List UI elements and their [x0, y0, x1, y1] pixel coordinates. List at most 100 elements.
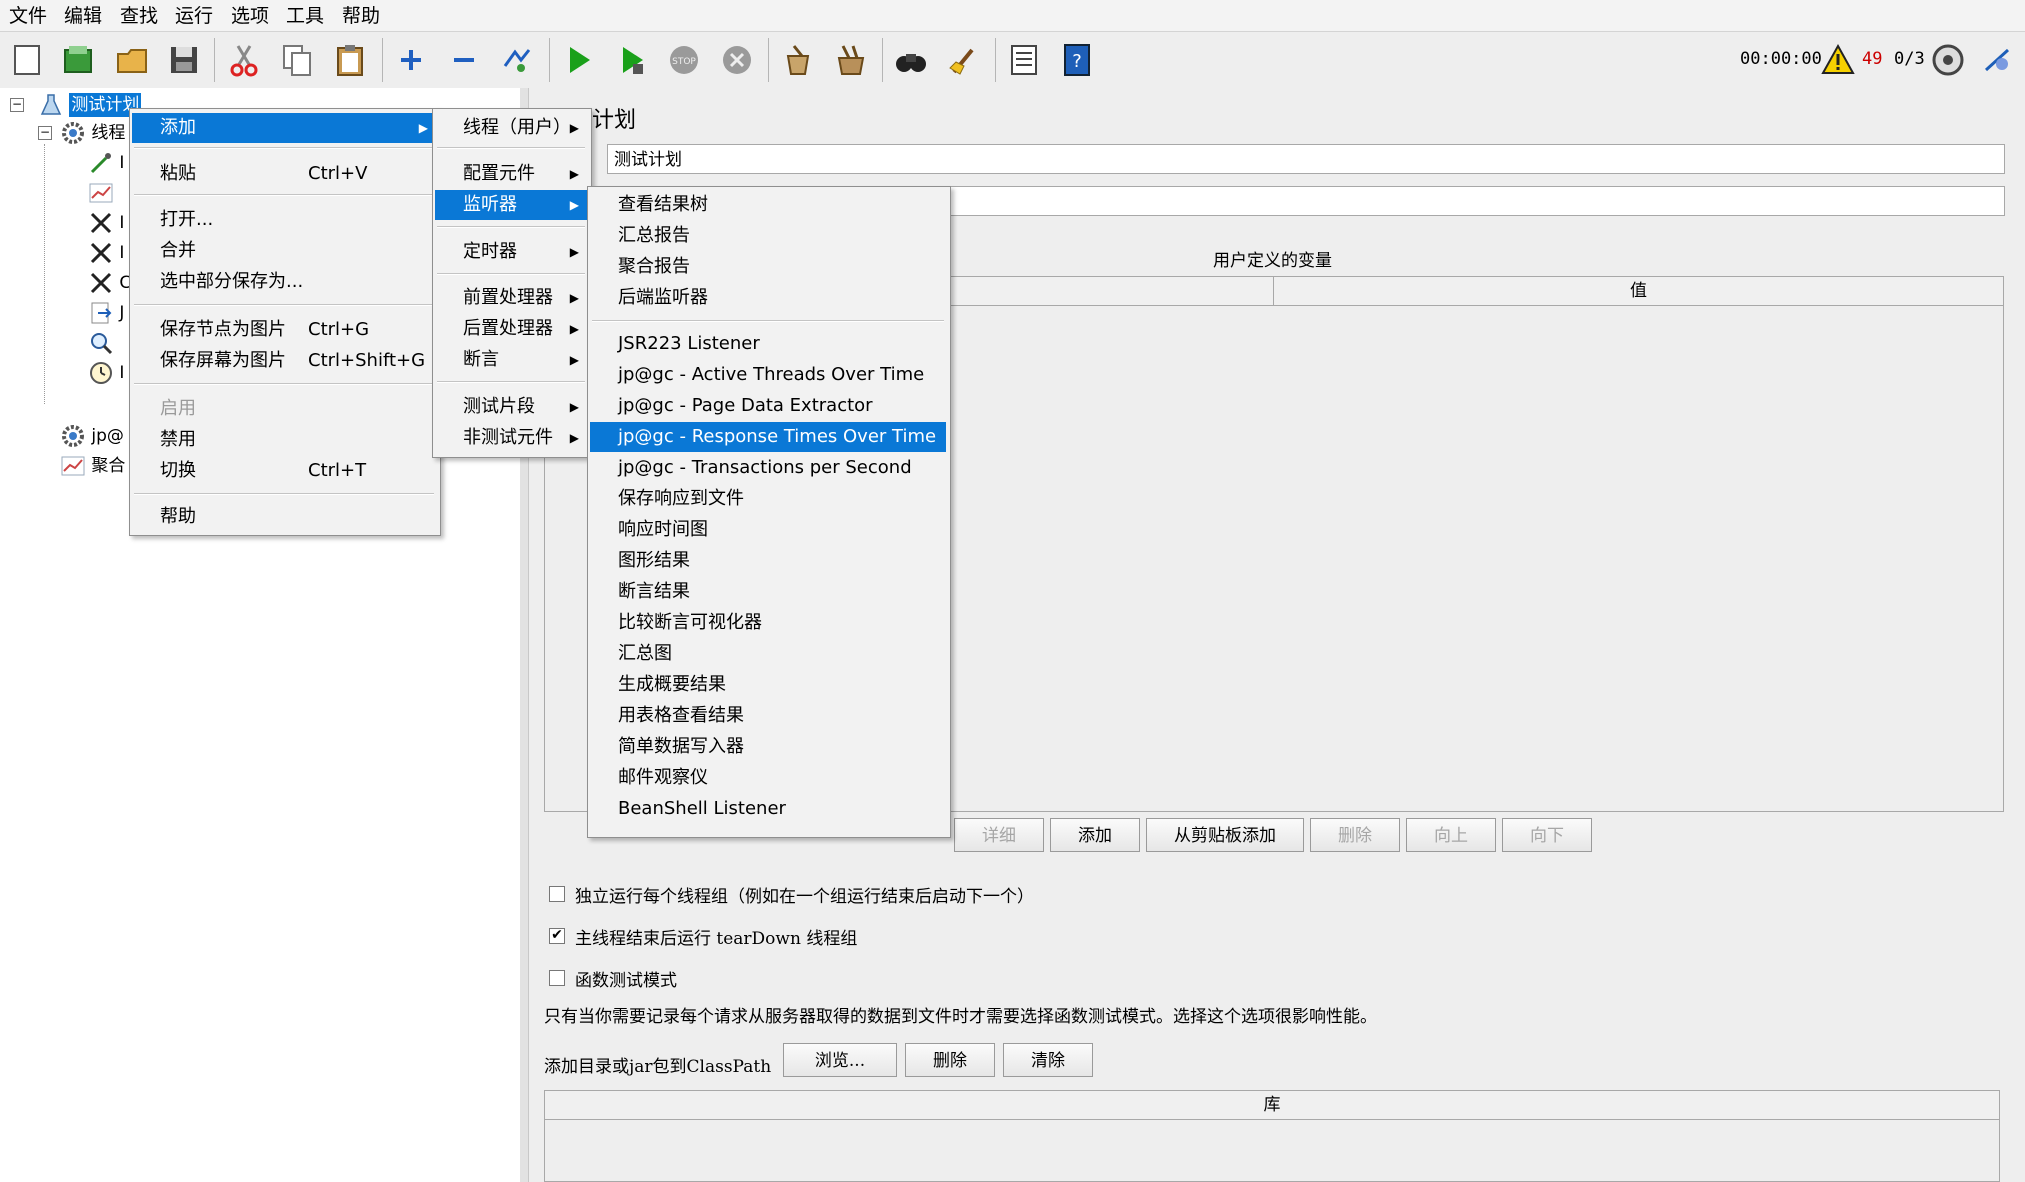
new-icon[interactable] — [5, 38, 49, 82]
context-toggle[interactable]: 切换 Ctrl+T — [132, 456, 436, 486]
delete-button[interactable]: 删除 — [1310, 818, 1400, 852]
tree-node-child[interactable]: I — [88, 239, 124, 267]
context-add[interactable]: 添加 ▶ — [132, 113, 436, 143]
context-merge[interactable]: 合并 — [132, 236, 436, 266]
listener-beanshell[interactable]: BeanShell Listener — [590, 794, 946, 824]
menu-tools[interactable]: 工具 — [286, 4, 324, 28]
value-column-header[interactable]: 值 — [1274, 277, 2003, 305]
paste-icon[interactable] — [328, 38, 372, 82]
listener-simple-data-writer[interactable]: 简单数据写入器 — [590, 732, 946, 762]
clear-icon[interactable] — [776, 38, 820, 82]
clear-all-icon[interactable] — [829, 38, 873, 82]
templates-icon[interactable] — [56, 38, 100, 82]
open-icon[interactable] — [110, 38, 154, 82]
listener-backend-listener[interactable]: 后端监听器 — [590, 283, 946, 313]
tree-node-thread-group[interactable]: 线程 — [60, 119, 125, 147]
listener-response-times[interactable]: jp@gc - Response Times Over Time — [590, 422, 946, 452]
add-button[interactable]: 添加 — [1050, 818, 1140, 852]
listener-response-time-graph[interactable]: 响应时间图 — [590, 515, 946, 545]
context-help[interactable]: 帮助 — [132, 502, 436, 532]
serial-thread-groups-checkbox[interactable] — [549, 886, 565, 902]
menu-run[interactable]: 运行 — [175, 4, 213, 28]
listener-assertion-results[interactable]: 断言结果 — [590, 577, 946, 607]
menu-file[interactable]: 文件 — [9, 4, 47, 28]
listener-summary-report[interactable]: 汇总报告 — [590, 221, 946, 251]
log-viewer-icon[interactable] — [1976, 38, 2020, 82]
toggle-icon[interactable] — [495, 38, 539, 82]
move-up-button[interactable]: 向上 — [1406, 818, 1496, 852]
menu-search[interactable]: 查找 — [120, 4, 158, 28]
context-paste[interactable]: 粘贴 Ctrl+V — [132, 159, 436, 189]
save-icon[interactable] — [162, 38, 206, 82]
menu-options[interactable]: 选项 — [231, 4, 269, 28]
move-down-button[interactable]: 向下 — [1502, 818, 1592, 852]
listener-aggregate-report[interactable]: 聚合报告 — [590, 252, 946, 282]
tree-node-child[interactable]: I — [88, 359, 124, 387]
listener-view-results-tree[interactable]: 查看结果树 — [590, 190, 946, 220]
add-pre-processor[interactable]: 前置处理器 ▶ — [435, 283, 587, 313]
listener-graph-results[interactable]: 图形结果 — [590, 546, 946, 576]
add-listener[interactable]: 监听器 ▶ — [435, 190, 587, 220]
shutdown-icon[interactable] — [715, 38, 759, 82]
listener-jsr223[interactable]: JSR223 Listener — [590, 329, 946, 359]
help-icon[interactable]: ? — [1055, 38, 1099, 82]
expand-icon[interactable] — [389, 38, 433, 82]
collapse-toggle[interactable]: − — [38, 126, 52, 140]
listener-save-responses[interactable]: 保存响应到文件 — [590, 484, 946, 514]
start-no-pause-icon[interactable] — [609, 38, 653, 82]
add-from-clipboard-button[interactable]: 从剪贴板添加 — [1146, 818, 1304, 852]
detail-button[interactable]: 详细 — [954, 818, 1044, 852]
copy-icon[interactable] — [275, 38, 319, 82]
add-assertion[interactable]: 断言 ▶ — [435, 345, 587, 375]
add-config-element[interactable]: 配置元件 ▶ — [435, 159, 587, 189]
listener-generate-summary[interactable]: 生成概要结果 — [590, 670, 946, 700]
tree-node-child[interactable]: C — [88, 269, 131, 297]
stop-icon[interactable]: STOP — [662, 38, 706, 82]
collapse-icon[interactable] — [442, 38, 486, 82]
classpath-delete-button[interactable]: 删除 — [905, 1043, 995, 1077]
add-timer[interactable]: 定时器 ▶ — [435, 237, 587, 267]
reset-search-icon[interactable] — [942, 38, 986, 82]
context-save-node-image[interactable]: 保存节点为图片 Ctrl+G — [132, 315, 436, 345]
cut-icon[interactable] — [222, 38, 266, 82]
context-disable[interactable]: 禁用 — [132, 425, 436, 455]
function-helper-icon[interactable] — [1002, 38, 1046, 82]
listener-view-results-table[interactable]: 用表格查看结果 — [590, 701, 946, 731]
menu-edit[interactable]: 编辑 — [64, 4, 102, 28]
tree-node-child[interactable] — [88, 179, 114, 207]
tools-icon — [88, 210, 114, 236]
browse-button[interactable]: 浏览... — [783, 1043, 897, 1077]
teardown-checkbox[interactable]: ✔ — [549, 928, 565, 944]
listener-transactions-per-second[interactable]: jp@gc - Transactions per Second — [590, 453, 946, 483]
listener-page-data-extractor[interactable]: jp@gc - Page Data Extractor — [590, 391, 946, 421]
warning-icon[interactable] — [1816, 38, 1860, 82]
add-thread-users[interactable]: 线程（用户） ▶ — [435, 113, 587, 143]
remote-status-icon — [1926, 38, 1970, 82]
tree-node-child[interactable]: J — [88, 299, 124, 327]
listener-summary-graph[interactable]: 汇总图 — [590, 639, 946, 669]
tree-node-child[interactable] — [88, 329, 114, 357]
name-field[interactable]: 测试计划 — [607, 144, 2005, 174]
tree-node-test-plan[interactable]: 测试计划 — [38, 91, 142, 119]
tree-node-aggregate[interactable]: 聚合 — [60, 452, 125, 480]
context-save-selection[interactable]: 选中部分保存为... — [132, 267, 436, 297]
menu-help[interactable]: 帮助 — [342, 4, 380, 28]
tree-node-jpgc[interactable]: jp@ — [60, 422, 124, 450]
classpath-clear-button[interactable]: 清除 — [1003, 1043, 1093, 1077]
listener-compare-assertion[interactable]: 比较断言可视化器 — [590, 608, 946, 638]
context-open[interactable]: 打开... — [132, 205, 436, 235]
search-icon[interactable] — [889, 38, 933, 82]
context-save-screen-image[interactable]: 保存屏幕为图片 Ctrl+Shift+G — [132, 346, 436, 376]
tree-node-child[interactable]: I — [88, 209, 124, 237]
tree-node-child[interactable]: I — [88, 149, 124, 177]
add-test-fragment[interactable]: 测试片段 ▶ — [435, 392, 587, 422]
listener-mailer-visualizer[interactable]: 邮件观察仪 — [590, 763, 946, 793]
start-icon[interactable] — [556, 38, 600, 82]
library-table[interactable]: 库 — [544, 1090, 2000, 1182]
library-column-header[interactable]: 库 — [545, 1091, 1999, 1120]
collapse-toggle[interactable]: − — [10, 98, 24, 112]
add-non-test-element[interactable]: 非测试元件 ▶ — [435, 423, 587, 453]
functional-mode-checkbox[interactable] — [549, 970, 565, 986]
add-post-processor[interactable]: 后置处理器 ▶ — [435, 314, 587, 344]
listener-active-threads[interactable]: jp@gc - Active Threads Over Time — [590, 360, 946, 390]
